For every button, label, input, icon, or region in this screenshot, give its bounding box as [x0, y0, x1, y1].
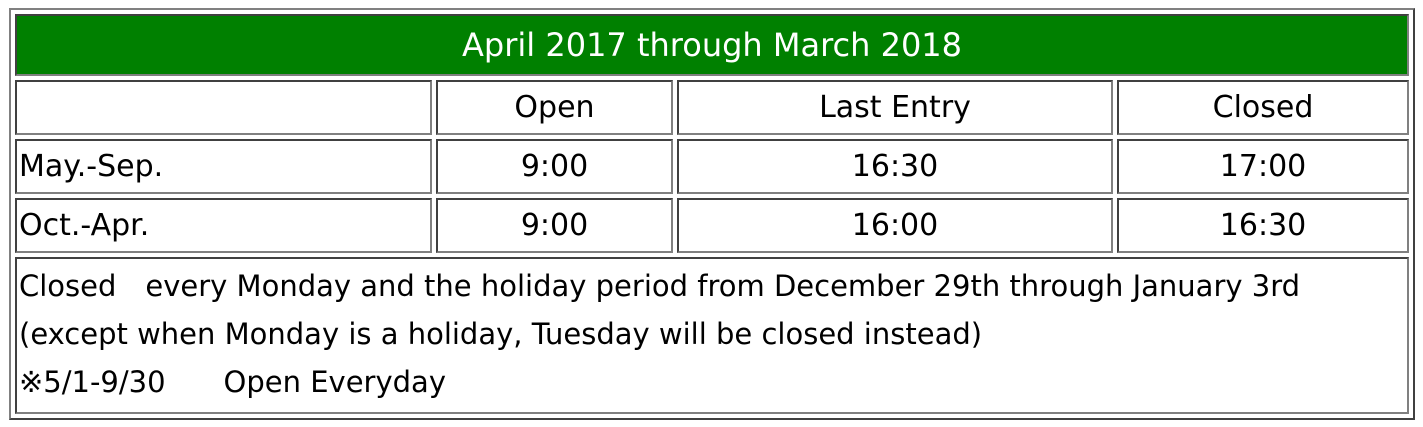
header-closed: Closed: [1117, 80, 1410, 135]
table-row-may-sep: May.-Sep. 9:00 16:30 17:00: [15, 139, 1410, 194]
closing-time: 17:00: [1117, 139, 1410, 194]
table-title: April 2017 through March 2018: [15, 14, 1410, 76]
open-time: 9:00: [436, 139, 673, 194]
last-entry-time: 16:30: [677, 139, 1113, 194]
closure-notes: Closed every Monday and the holiday peri…: [15, 257, 1410, 414]
title-row: April 2017 through March 2018: [15, 14, 1410, 76]
header-row: Open Last Entry Closed: [15, 80, 1410, 135]
table-row-oct-apr: Oct.-Apr. 9:00 16:00 16:30: [15, 198, 1410, 253]
header-empty-cell: [15, 80, 432, 135]
opening-hours-table: April 2017 through March 2018 Open Last …: [9, 8, 1416, 420]
notes-row: Closed every Monday and the holiday peri…: [15, 257, 1410, 414]
header-last-entry: Last Entry: [677, 80, 1113, 135]
monday-holiday-note: (except when Monday is a holiday, Tuesda…: [19, 317, 983, 351]
open-everyday-note: ※5/1-9/30 Open Everyday: [19, 365, 446, 399]
closing-time: 16:30: [1117, 198, 1410, 253]
closed-days-note: Closed every Monday and the holiday peri…: [19, 269, 1301, 303]
period-label: Oct.-Apr.: [15, 198, 432, 253]
open-time: 9:00: [436, 198, 673, 253]
period-label: May.-Sep.: [15, 139, 432, 194]
header-open: Open: [436, 80, 673, 135]
last-entry-time: 16:00: [677, 198, 1113, 253]
